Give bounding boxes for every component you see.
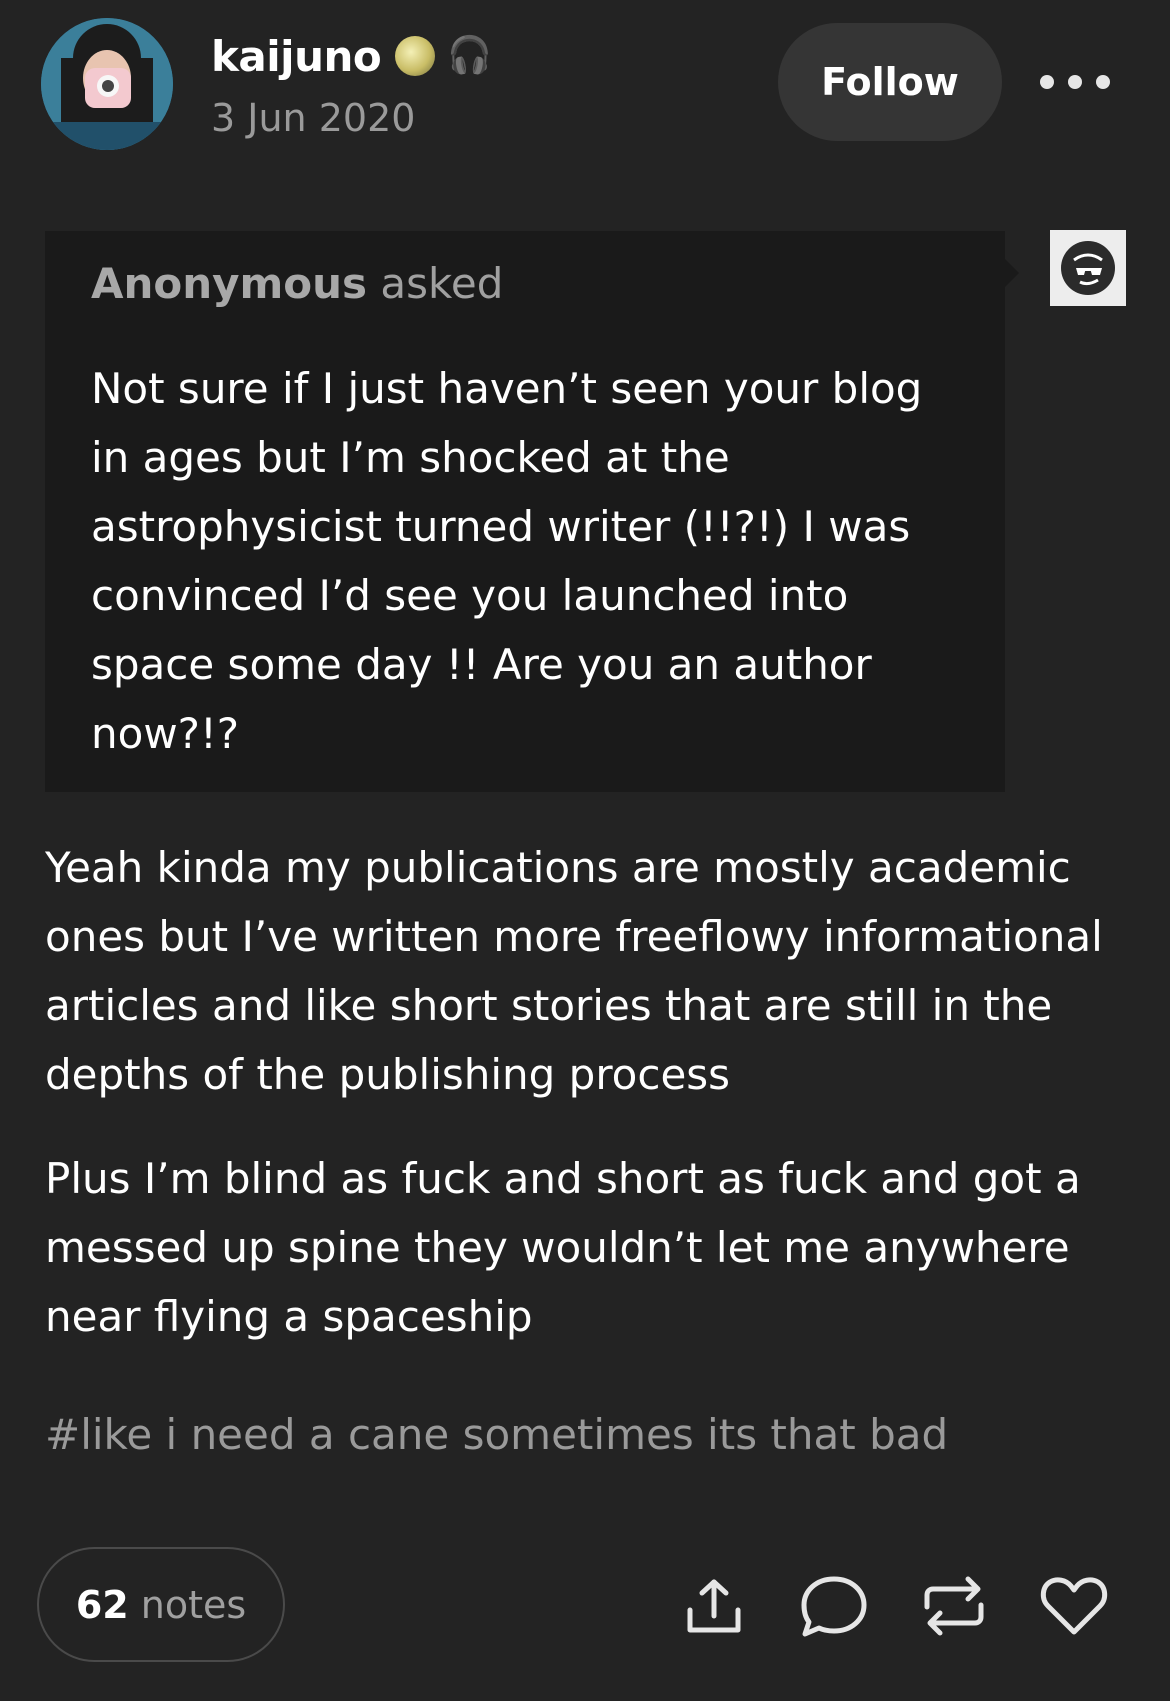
reply-icon[interactable] bbox=[796, 1568, 872, 1644]
username[interactable]: kaijuno bbox=[211, 32, 382, 81]
anonymous-avatar-icon bbox=[1050, 230, 1126, 306]
post-date: 3 Jun 2020 bbox=[211, 96, 416, 140]
answer-body: Yeah kinda my publications are mostly ac… bbox=[45, 833, 1135, 1386]
asked-label: asked bbox=[380, 259, 504, 308]
answer-paragraph: Yeah kinda my publications are mostly ac… bbox=[45, 843, 1103, 1099]
moon-badge-icon bbox=[395, 36, 436, 76]
notes-count: 62 bbox=[75, 1582, 129, 1627]
ask-question: Not sure if I just haven’t seen your blo… bbox=[91, 364, 923, 758]
post-tag[interactable]: #like i need a cane sometimes its that b… bbox=[45, 1410, 948, 1459]
avatar[interactable] bbox=[41, 18, 173, 150]
like-icon[interactable] bbox=[1036, 1568, 1112, 1644]
share-icon[interactable] bbox=[676, 1568, 752, 1644]
follow-button[interactable]: Follow bbox=[778, 23, 1002, 141]
ask-box: Anonymous asked Not sure if I just haven… bbox=[45, 231, 1019, 792]
reblog-icon[interactable] bbox=[916, 1568, 992, 1644]
answer-paragraph: Plus I’m blind as fuck and short as fuck… bbox=[45, 1154, 1081, 1341]
notes-button[interactable]: 62 notes bbox=[37, 1547, 285, 1662]
headphones-badge-icon: 🎧 bbox=[447, 35, 493, 76]
notes-label: notes bbox=[140, 1582, 247, 1627]
username-row: kaijuno 🎧 bbox=[211, 28, 492, 84]
more-options-icon[interactable] bbox=[1040, 62, 1110, 102]
ask-header: Anonymous asked bbox=[91, 259, 503, 308]
asker-name: Anonymous bbox=[91, 259, 368, 308]
